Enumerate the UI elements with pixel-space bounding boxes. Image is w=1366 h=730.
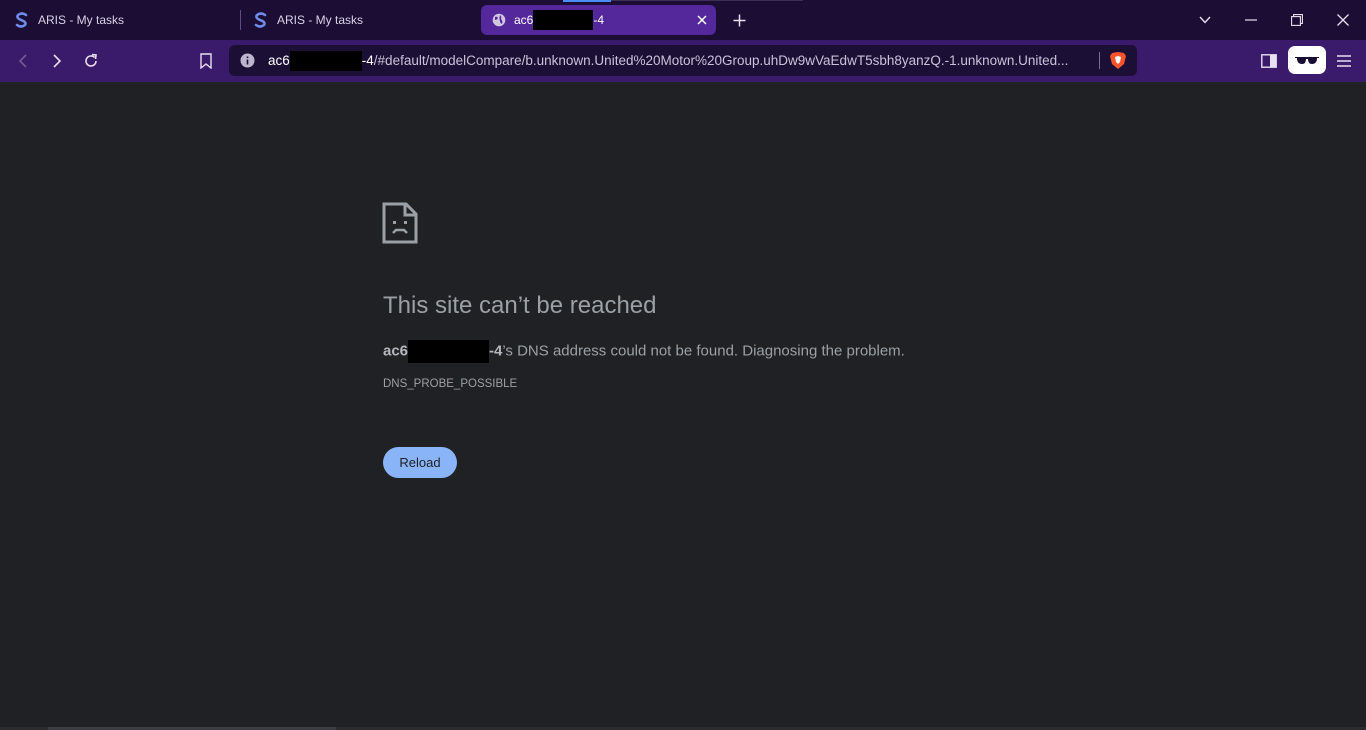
error-message-text: ’s DNS address could not be found. Diagn… <box>502 342 905 360</box>
tab-title-suffix: -4 <box>593 13 605 27</box>
info-icon[interactable] <box>240 53 255 68</box>
tab-title: ARIS - My tasks <box>277 13 364 27</box>
brave-shield-icon[interactable] <box>1109 51 1127 70</box>
forward-icon[interactable] <box>47 51 67 71</box>
redacted-block <box>408 340 490 363</box>
sad-page-icon <box>382 202 418 244</box>
tab-title-prefix: ac6 <box>514 13 534 27</box>
reload-icon[interactable] <box>81 51 101 71</box>
sidebar-icon[interactable] <box>1259 51 1279 71</box>
url-path: /#default/modelCompare/b.unknown.United%… <box>373 53 1069 68</box>
close-window-icon[interactable] <box>1333 10 1353 30</box>
tab-aris-2[interactable]: ARIS - My tasks <box>253 0 363 40</box>
close-icon[interactable] <box>694 12 710 28</box>
reload-button[interactable]: Reload <box>383 447 457 478</box>
restore-icon[interactable] <box>1287 10 1307 30</box>
error-title: This site can’t be reached <box>383 292 657 319</box>
back-icon[interactable] <box>13 51 33 71</box>
bookmark-icon[interactable] <box>196 51 216 71</box>
url-text: ac6 -4/#default/modelCompare/b.unknown.Un… <box>268 45 1088 76</box>
tab-aris-1[interactable]: ARIS - My tasks <box>14 0 124 40</box>
minimize-icon[interactable] <box>1241 10 1261 30</box>
url-host-prefix: ac6 <box>268 53 290 68</box>
browser-toolbar: ac6 -4/#default/modelCompare/b.unknown.Un… <box>0 40 1366 82</box>
menu-icon[interactable] <box>1334 51 1354 71</box>
tab-strip-line <box>611 0 803 1</box>
globe-icon <box>492 13 506 27</box>
url-host-suffix: -4 <box>361 53 374 68</box>
tab-title: ARIS - My tasks <box>38 13 125 27</box>
address-bar[interactable]: ac6 -4/#default/modelCompare/b.unknown.Un… <box>229 45 1137 76</box>
aris-s-icon <box>14 12 30 28</box>
glasses-icon[interactable] <box>1288 46 1326 74</box>
error-host-suffix: -4 <box>489 342 503 360</box>
error-message: ac6 -4’s DNS address could not be found. … <box>383 340 905 363</box>
aris-s-icon <box>253 12 269 28</box>
tab-loading-indicator <box>563 0 611 2</box>
error-host-prefix: ac6 <box>383 342 409 360</box>
chevron-down-icon[interactable] <box>1195 10 1215 30</box>
address-divider <box>1099 52 1100 69</box>
redacted-block <box>289 51 362 72</box>
error-code: DNS_PROBE_POSSIBLE <box>383 378 518 390</box>
plus-icon[interactable] <box>730 11 748 29</box>
tab-separator <box>240 10 241 30</box>
redacted-block <box>533 10 594 30</box>
tab-active[interactable]: ac6 -4 <box>481 5 716 35</box>
tab-strip: ARIS - My tasks ARIS - My tasks ac6 -4 <box>0 0 1366 40</box>
